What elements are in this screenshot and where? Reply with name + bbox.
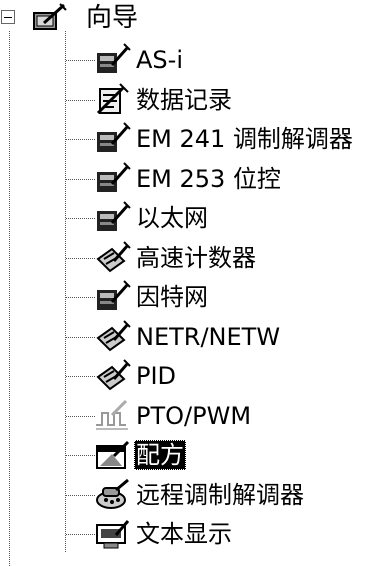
tree-item-selected[interactable]: 配方 [94,436,389,474]
tree-item[interactable]: EM 253 位控 [94,160,389,198]
tree-item-label: 数据记录 [136,85,232,114]
tree-connector-line [66,297,95,298]
tree-connector-line [66,455,95,456]
pulse-train-icon [94,399,132,433]
tree-connector-line [66,257,95,259]
wand-doc-icon [94,359,132,393]
tree-item-label: NETR/NETW [136,322,281,351]
tree-connector-line [66,336,95,338]
tree-item[interactable]: 高速计数器 [94,239,389,277]
tree-item-label: 以太网 [136,204,208,232]
tree-connector-line [66,494,95,496]
tree-connector-line [66,415,95,417]
tree-item[interactable]: PTO/PWM [94,397,389,435]
wizard-tree: 向导 AS-i 数据记录 EM 241 调制解调器 EM 253 位控 以太网高速计数器… [0,0,389,566]
tree-item[interactable]: 远程调制解调器 [94,476,389,514]
module-icon [94,280,132,314]
tree-item[interactable]: 因特网 [94,278,389,316]
tree-item[interactable]: EM 241 调制解调器 [94,120,389,158]
tree-item-label: 配方 [134,440,186,470]
module-icon [94,43,132,77]
tree-connector-line [66,99,95,101]
tree-item-label: 远程调制解调器 [136,480,304,509]
tree-item-label: 文本显示 [136,520,232,548]
tree-root-label[interactable]: 向导 [86,2,138,34]
tree-item-label: 因特网 [136,283,208,311]
wand-doc-icon [94,240,132,275]
recipe-icon [94,438,132,472]
tree-item-label: PID [136,362,177,390]
tree-item-label: EM 241 调制解调器 [136,125,353,153]
tree-item[interactable]: NETR/NETW [94,318,389,356]
module-icon [94,161,132,196]
tree-item-label: 高速计数器 [136,243,256,272]
tree-item[interactable]: 文本显示 [94,515,389,553]
wand-doc-icon [94,319,132,354]
tree-item[interactable]: PID [94,357,389,395]
module-icon [94,201,132,235]
tree-item[interactable]: AS-i [94,41,389,79]
tree-connector-line [66,60,95,61]
tree-item-label: AS-i [136,46,183,74]
wizard-wand-icon[interactable] [32,3,68,33]
tree-connector-line [66,376,95,377]
text-display-icon [94,517,132,551]
tree-connector-line [66,218,95,219]
data-log-icon [94,82,132,117]
tree-item[interactable]: 数据记录 [94,81,389,119]
module-icon [94,122,132,156]
tree-connector-line [9,31,10,566]
remote-modem-icon [94,478,132,512]
tree-connector-line [66,178,95,180]
tree-connector-line [65,31,66,552]
collapse-toggle-icon[interactable] [1,10,15,24]
tree-connector-line [66,534,95,535]
tree-item[interactable]: 以太网 [94,199,389,237]
tree-item-label: EM 253 位控 [136,164,281,193]
tree-item-label: PTO/PWM [136,401,252,430]
tree-connector-line [66,139,95,140]
